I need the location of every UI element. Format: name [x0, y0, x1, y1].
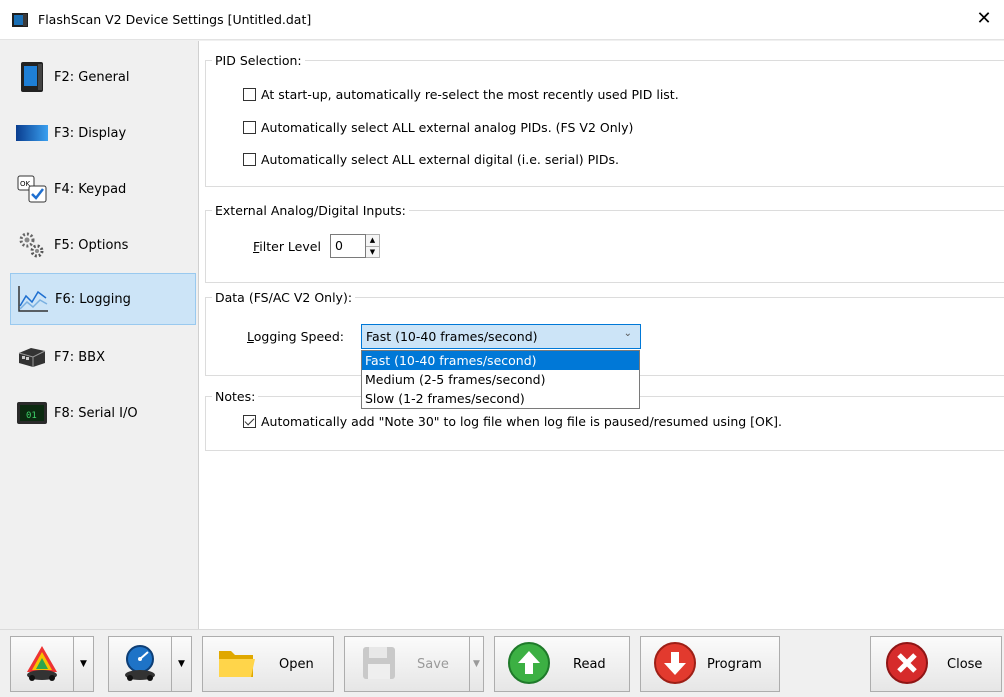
title-bar: FlashScan V2 Device Settings [Untitled.d…: [0, 0, 1004, 40]
group-legend: PID Selection:: [215, 53, 302, 68]
arrow-down-icon: [653, 641, 697, 688]
vehicle-gauge-button[interactable]: ▼: [108, 636, 192, 692]
dropdown-option-slow[interactable]: Slow (1-2 frames/second): [362, 389, 639, 408]
close-button[interactable]: Close: [870, 636, 1002, 692]
svg-text:01: 01: [26, 411, 37, 421]
checkbox-label: Automatically select ALL external digita…: [261, 152, 619, 167]
filter-level-label: Filter Level: [253, 239, 321, 254]
logging-speed-value: Fast (10-40 frames/second): [366, 329, 538, 344]
sidebar-item-label: F5: Options: [54, 237, 129, 253]
window-close-button[interactable]: ✕: [972, 8, 996, 29]
group-legend: External Analog/Digital Inputs:: [215, 203, 406, 218]
sidebar-item-label: F2: General: [54, 69, 130, 85]
select-digital-pids-checkbox[interactable]: Automatically select ALL external digita…: [243, 152, 619, 167]
sidebar-item-general[interactable]: F2: General: [10, 51, 196, 103]
save-button[interactable]: Save ▼: [344, 636, 484, 692]
sidebar-item-bbx[interactable]: F7: BBX: [10, 331, 196, 383]
sidebar-item-serial-io[interactable]: 01 F8: Serial I/O: [10, 387, 196, 439]
save-button-label: Save: [417, 656, 449, 672]
auto-note-30-checkbox[interactable]: Automatically add "Note 30" to log file …: [243, 414, 782, 429]
serial-icon: 01: [14, 396, 50, 430]
vehicle-rainbow-icon: [21, 642, 63, 687]
sidebar-item-label: F4: Keypad: [54, 181, 127, 197]
read-button-label: Read: [573, 656, 606, 672]
filter-level-input[interactable]: 0: [330, 234, 366, 258]
folder-icon: [215, 643, 259, 686]
logging-speed-label: Logging Speed:: [247, 329, 344, 344]
logging-speed-dropdown-list: Fast (10-40 frames/second) Medium (2-5 f…: [361, 350, 640, 409]
dropdown-arrow-icon[interactable]: ▼: [73, 637, 93, 691]
spin-down-button[interactable]: ▼: [366, 247, 379, 258]
external-inputs-group: External Analog/Digital Inputs:: [205, 203, 1004, 283]
dropdown-option-fast[interactable]: Fast (10-40 frames/second): [362, 351, 639, 370]
sidebar-item-label: F6: Logging: [55, 291, 131, 307]
open-button-label: Open: [279, 656, 314, 672]
sidebar-item-keypad[interactable]: OK F4: Keypad: [10, 163, 196, 215]
dropdown-arrow-icon[interactable]: ▼: [469, 637, 483, 691]
checkbox-label: At start-up, automatically re-select the…: [261, 87, 679, 102]
sidebar-item-display[interactable]: F3: Display: [10, 107, 196, 159]
sidebar-item-label: F7: BBX: [54, 349, 106, 365]
checkbox-box[interactable]: [243, 88, 256, 101]
window-title: FlashScan V2 Device Settings [Untitled.d…: [38, 12, 312, 27]
arrow-up-icon: [507, 641, 551, 688]
floppy-disk-icon: [359, 643, 399, 686]
sidebar-item-label: F3: Display: [54, 125, 127, 141]
gears-icon: [14, 228, 50, 262]
vehicle-gauge-icon: [119, 642, 161, 687]
checkbox-box[interactable]: [243, 415, 256, 428]
open-button[interactable]: Open: [202, 636, 334, 692]
close-icon: [885, 641, 929, 688]
program-button-label: Program: [707, 656, 762, 672]
reselect-pid-list-checkbox[interactable]: At start-up, automatically re-select the…: [243, 87, 679, 102]
sidebar-item-options[interactable]: F5: Options: [10, 219, 196, 271]
checkbox-label: Automatically add "Note 30" to log file …: [261, 414, 782, 429]
sidebar-item-logging[interactable]: F6: Logging: [10, 273, 196, 325]
close-button-label: Close: [947, 656, 983, 672]
keypad-icon: OK: [14, 172, 50, 206]
spin-up-button[interactable]: ▲: [366, 235, 379, 247]
group-legend: Data (FS/AC V2 Only):: [215, 290, 353, 305]
bbx-icon: [14, 340, 50, 374]
sidebar: F2: General F3: Display OK F4: Keypad F5…: [0, 41, 198, 629]
display-icon: [14, 116, 50, 150]
filter-level-spinner[interactable]: 0 ▲ ▼: [330, 234, 380, 258]
sidebar-item-label: F8: Serial I/O: [54, 405, 138, 421]
select-analog-pids-checkbox[interactable]: Automatically select ALL external analog…: [243, 120, 633, 135]
checkbox-box[interactable]: [243, 121, 256, 134]
chart-icon: [15, 282, 51, 316]
dropdown-arrow-icon[interactable]: ▼: [171, 637, 191, 691]
logging-speed-select[interactable]: Fast (10-40 frames/second) ⌄: [361, 324, 641, 349]
dropdown-option-medium[interactable]: Medium (2-5 frames/second): [362, 370, 639, 389]
checkbox-label: Automatically select ALL external analog…: [261, 120, 634, 135]
group-legend: Notes:: [215, 389, 256, 404]
device-icon: [14, 60, 50, 94]
read-button[interactable]: Read: [494, 636, 630, 692]
vehicle-tools-button[interactable]: ▼: [10, 636, 94, 692]
app-icon: [12, 13, 28, 27]
program-button[interactable]: Program: [640, 636, 780, 692]
chevron-down-icon: ⌄: [623, 328, 632, 339]
checkbox-box[interactable]: [243, 153, 256, 166]
bottom-toolbar: ▼ ▼ Open Save ▼ Read Program Close: [0, 629, 1004, 697]
logging-settings-panel: PID Selection: At start-up, automaticall…: [198, 41, 1004, 629]
